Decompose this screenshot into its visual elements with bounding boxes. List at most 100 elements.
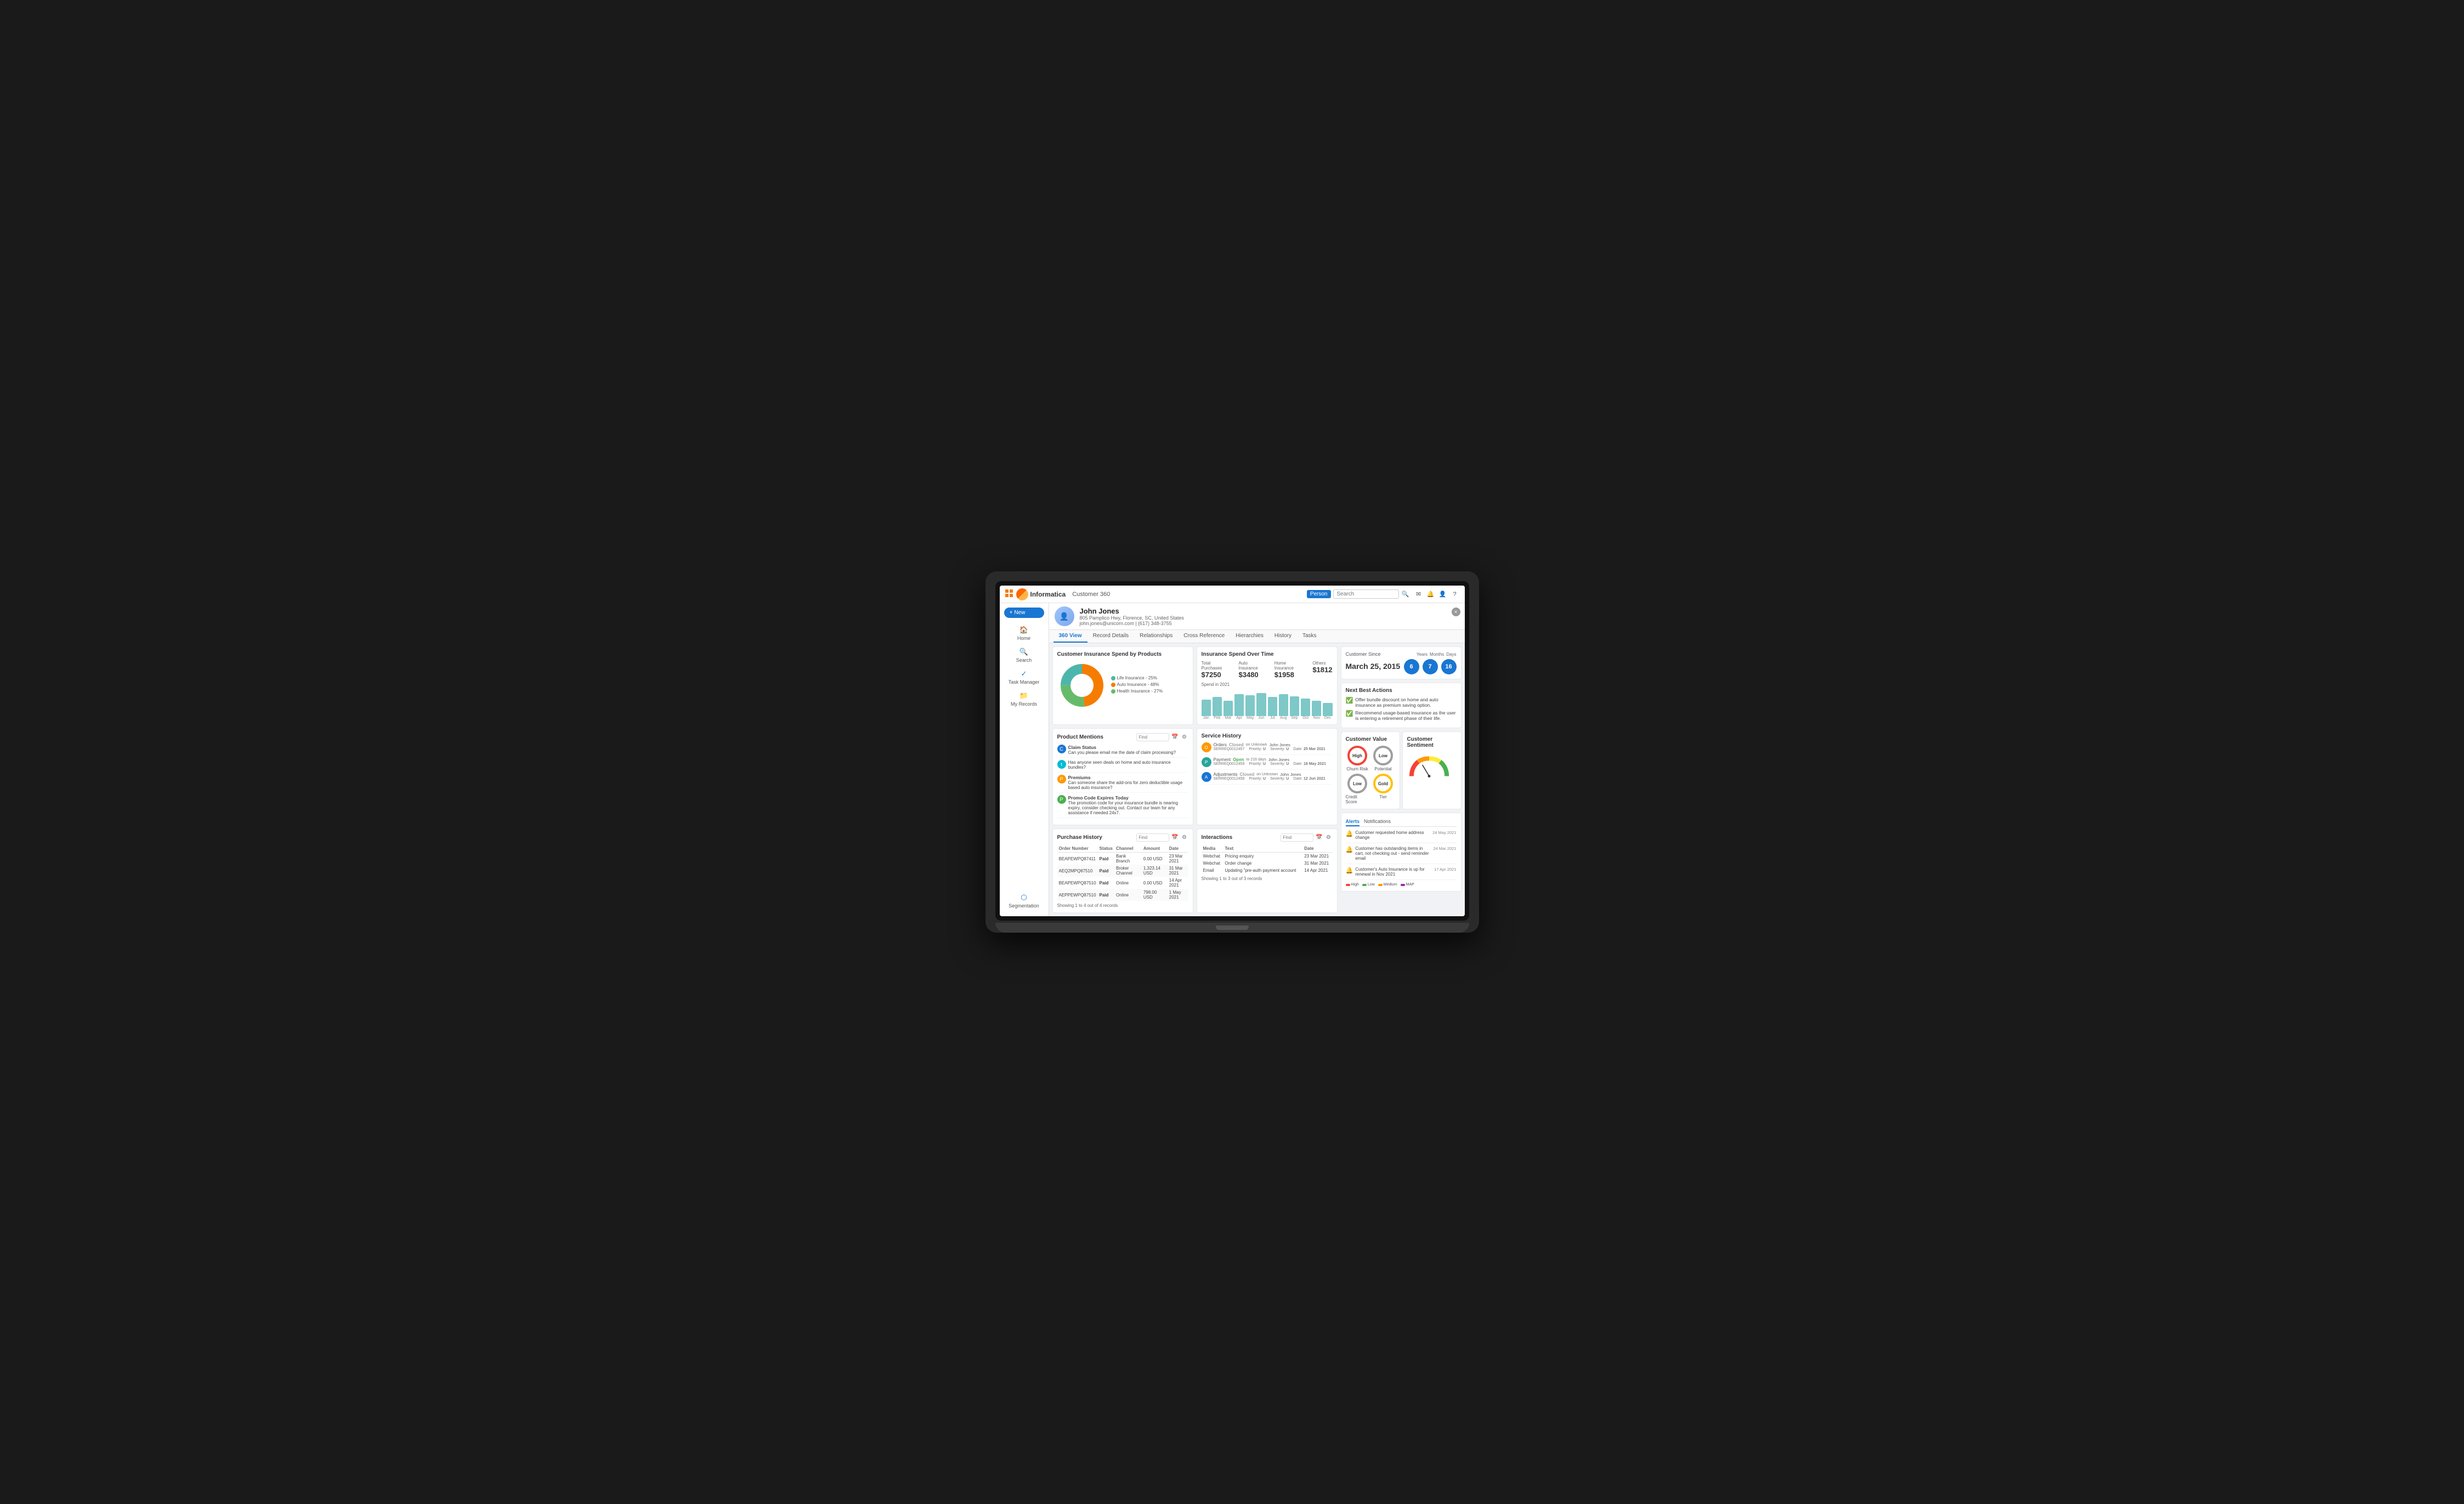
bell-icon[interactable]: 🔔	[1426, 590, 1435, 599]
mentions-search[interactable]	[1136, 733, 1169, 741]
bar-label-jan: Jan	[1202, 716, 1211, 720]
bar-label-aug: Aug	[1279, 716, 1288, 720]
service-payment: P Payment Open to 216 days John Jones	[1202, 757, 1333, 770]
int-calendar-icon[interactable]: 📅	[1316, 834, 1323, 842]
profile-info: John Jones 805 Pamplico Hwy, Florence, S…	[1080, 607, 1459, 626]
service-orders: O Orders Closed on Unknown John Jones	[1202, 742, 1333, 755]
tab-cross-reference[interactable]: Cross Reference	[1178, 630, 1230, 643]
interactions-card: Interactions 📅 ⚙ Media	[1197, 828, 1338, 913]
customer-since-date: March 25, 2015	[1346, 662, 1401, 671]
next-best-actions-card: Next Best Actions ✅ Offer bundle discoun…	[1341, 683, 1462, 728]
tab-relationships[interactable]: Relationships	[1134, 630, 1178, 643]
purchase-table: Order Number Status Channel Amount Date …	[1057, 845, 1188, 901]
donut-legend: Life Insurance - 25% Auto Insurance - 48…	[1111, 676, 1163, 695]
alert-item-1: 🔔 Customer requested home address change…	[1346, 830, 1457, 843]
nba-title: Next Best Actions	[1346, 688, 1457, 694]
purchase-history-card: Purchase History 📅 ⚙ Order	[1052, 828, 1193, 913]
alerts-card: Alerts Notifications 🔔 Customer requeste…	[1341, 813, 1462, 892]
tab-360-view[interactable]: 360 View	[1053, 630, 1087, 643]
profile-contact: john.jones@unicorn.com | (617) 348-3755	[1080, 621, 1459, 626]
legend-medium: Medium	[1378, 883, 1397, 887]
mention-claim-icon: C	[1057, 745, 1066, 753]
home-icon: 🏠	[1019, 626, 1028, 634]
logo-area: Informatica	[1016, 588, 1066, 600]
spend-numbers: Total Purchases $7250 Auto Insurance $34…	[1202, 661, 1333, 679]
mention-twitter: t Has anyone seen deals on home and auto…	[1057, 760, 1188, 773]
top-navbar: Informatica Customer 360 Person 🔍 ✉ 🔔 👤 …	[1000, 586, 1465, 603]
sidebar-bottom: ⬡ Segmentation	[1000, 890, 1049, 916]
legend-high: High	[1346, 883, 1359, 887]
purchase-search[interactable]	[1136, 833, 1169, 842]
sidebar-item-segmentation[interactable]: ⬡ Segmentation	[1000, 890, 1049, 912]
purchase-actions: 📅 ⚙	[1171, 834, 1188, 842]
profile-header: 👤 John Jones 805 Pamplico Hwy, Florence,…	[1049, 603, 1465, 630]
customer-since-card: Customer Since Years Months Days March 2…	[1341, 646, 1462, 679]
tab-notifications[interactable]: Notifications	[1364, 818, 1391, 826]
bar-dec	[1323, 703, 1332, 716]
purchase-calendar-icon[interactable]: 📅	[1171, 834, 1179, 842]
sidebar-item-my-records[interactable]: 📁 My Records	[1000, 688, 1049, 710]
mention-premiums: P Premiums Can someone share the add-ons…	[1057, 775, 1188, 793]
tier-gauge: Gold Tier	[1372, 774, 1395, 804]
tab-history[interactable]: History	[1269, 630, 1297, 643]
table-row: AEPPEWPQ87510PaidOnline798.00 USD1 May 2…	[1057, 889, 1188, 901]
service-history-title: Service History	[1202, 733, 1333, 739]
close-button[interactable]: ×	[1452, 608, 1460, 616]
customer-value-card: Customer Value High Churn Risk	[1341, 731, 1400, 809]
search-nav-icon: 🔍	[1019, 648, 1028, 656]
person-select[interactable]: Person	[1307, 590, 1331, 598]
col-date: Date	[1168, 845, 1188, 853]
since-metrics: 6 7 16	[1404, 659, 1457, 674]
mail-icon[interactable]: ✉	[1414, 590, 1423, 599]
bar-oct	[1301, 699, 1310, 716]
mention-twitter-icon: t	[1057, 760, 1066, 769]
purchase-settings-icon[interactable]: ⚙	[1181, 834, 1188, 842]
legend-health: Health Insurance - 27%	[1111, 689, 1163, 694]
search-input[interactable]	[1333, 589, 1399, 599]
bar-nov	[1312, 701, 1321, 716]
spend-over-time-card: Insurance Spend Over Time Total Purchase…	[1197, 646, 1338, 725]
bar-label-jun: Jun	[1256, 716, 1266, 720]
bar-label-nov: Nov	[1312, 716, 1321, 720]
value-sentiment-row: Customer Value High Churn Risk	[1341, 731, 1462, 809]
svc-adj-icon: A	[1202, 772, 1211, 782]
donut-container: Life Insurance - 25% Auto Insurance - 48…	[1057, 661, 1188, 710]
service-history-card: Service History O Orders Closed on Unkno…	[1197, 728, 1338, 825]
sidebar-item-task-manager[interactable]: ✓ Task Manager	[1000, 666, 1049, 688]
search-area: Person 🔍	[1307, 589, 1410, 599]
bar-feb	[1213, 697, 1222, 716]
purchase-showing: Showing 1 to 4 out of 4 records	[1057, 903, 1188, 908]
mention-premiums-icon: P	[1057, 775, 1066, 784]
tab-record-details[interactable]: Record Details	[1087, 630, 1135, 643]
search-icon[interactable]: 🔍	[1401, 590, 1410, 599]
new-button[interactable]: + New	[1004, 608, 1044, 618]
bar-label-may: May	[1245, 716, 1255, 720]
sentiment-gauge-svg	[1407, 754, 1451, 779]
interactions-search[interactable]	[1281, 833, 1313, 842]
bar-aug	[1279, 694, 1288, 716]
table-row: WebchatPricing enquiry23 Mar 2021	[1202, 853, 1333, 860]
help-icon[interactable]: ?	[1451, 590, 1459, 599]
tab-alerts[interactable]: Alerts	[1346, 818, 1360, 826]
insurance-spend-card: Customer Insurance Spend by Products	[1052, 646, 1193, 725]
tab-tasks[interactable]: Tasks	[1297, 630, 1322, 643]
sidebar-item-home[interactable]: 🏠 Home	[1000, 622, 1049, 644]
calendar-icon[interactable]: 📅	[1171, 734, 1179, 741]
customer-since-label: Customer Since	[1346, 651, 1381, 657]
user-icon[interactable]: 👤	[1438, 590, 1447, 599]
grid-icon[interactable]	[1005, 589, 1013, 599]
settings-icon[interactable]: ⚙	[1181, 734, 1188, 741]
legend-low: Low	[1362, 883, 1375, 887]
int-settings-icon[interactable]: ⚙	[1325, 834, 1333, 842]
legend-life: Life Insurance - 25%	[1111, 676, 1163, 680]
interactions-actions: 📅 ⚙	[1316, 834, 1333, 842]
col-channel: Channel	[1114, 845, 1142, 853]
customer-value-title: Customer Value	[1346, 736, 1395, 742]
tab-hierarchies[interactable]: Hierarchies	[1230, 630, 1269, 643]
bar-may	[1245, 695, 1255, 716]
sidebar-item-search[interactable]: 🔍 Search	[1000, 644, 1049, 666]
nav-icons: ✉ 🔔 👤 ?	[1414, 590, 1459, 599]
sentiment-title: Customer Sentiment	[1407, 736, 1457, 748]
gauge-grid: High Churn Risk Low P	[1346, 746, 1395, 804]
sidebar: + New 🏠 Home 🔍 Search ✓ Task Manager	[1000, 603, 1049, 916]
